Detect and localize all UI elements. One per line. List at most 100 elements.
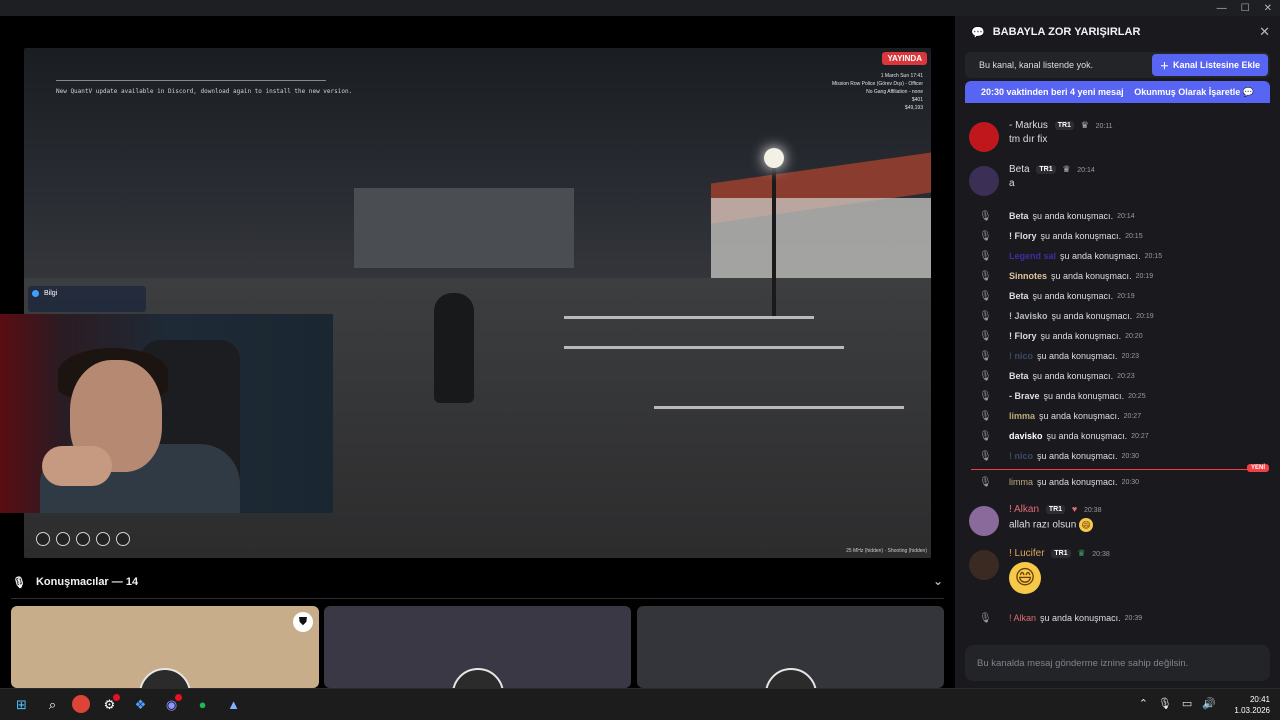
username[interactable]: Beta (1009, 371, 1029, 381)
avatar[interactable] (969, 550, 999, 580)
webcam-overlay (0, 314, 333, 513)
notification-dot (113, 694, 120, 701)
composer-disabled-text: Bu kanalda mesaj gönderme iznine sahip d… (977, 657, 1189, 669)
game-building (354, 188, 574, 268)
system-text: şu anda konuşmacı. (1040, 231, 1122, 241)
server-tag: TR1 (1045, 505, 1066, 514)
hud-line: $49,193 (904, 105, 923, 111)
system-text: şu anda konuşmacı. (1051, 271, 1132, 281)
system-message: 🎙 ! Flory şu anda konuşmacı. 20:15 (979, 228, 1269, 244)
new-messages-bar[interactable]: 20:30 vaktinden beri 4 yeni mesaj Okunmu… (965, 81, 1270, 103)
username[interactable]: Sinnotes (1009, 271, 1047, 281)
display-icon[interactable]: ▭ (1182, 697, 1192, 710)
timestamp: 20:30 (1121, 452, 1140, 460)
username[interactable]: ! Flory (1009, 231, 1037, 241)
hud-line: No Gang Affiliation - none (866, 89, 923, 95)
system-text: şu anda konuşmacı. (1037, 451, 1118, 461)
grinning-emoji-icon: 😄 (1079, 518, 1094, 532)
grinning-emoji-icon: 😄 (1009, 562, 1041, 594)
microphone-icon: 🎙 (979, 612, 992, 624)
username[interactable]: Legend sal (1009, 251, 1056, 261)
system-message: 🎙 Beta şu anda konuşmacı. 20:23 (979, 368, 1269, 384)
timestamp: 20:14 (1117, 212, 1135, 220)
microphone-icon: 🎙 (979, 250, 992, 262)
chat-bubble-icon: 💬 (971, 26, 985, 39)
username[interactable]: - Brave (1009, 391, 1040, 401)
thirst-icon (96, 532, 110, 546)
clock[interactable]: 20:41 1.03.2026 (1234, 694, 1270, 716)
speaker-tile[interactable] (637, 606, 944, 688)
username[interactable]: ! Javisko (1009, 311, 1048, 321)
timestamp: 20:23 (1117, 372, 1135, 380)
speakers-header[interactable]: 🎙 Konuşmacılar — 14 ⌄ (0, 570, 955, 594)
crown-icon: ♛ (1062, 164, 1071, 174)
microphone-icon: 🎙 (979, 350, 992, 362)
avatar[interactable] (969, 166, 999, 196)
system-text: şu anda konuşmacı. (1032, 371, 1114, 381)
mark-as-read-button[interactable]: Okunmuş Olarak İşaretle 💬 (1134, 87, 1254, 98)
username[interactable]: ! nico (1009, 351, 1033, 361)
app-icon[interactable]: ▲ (222, 693, 245, 716)
stamina-icon (116, 532, 130, 546)
clock-date: 1.03.2026 (1234, 706, 1270, 715)
message-header: ! Lucifer TR1 ♛ 20:38 (1009, 548, 1110, 559)
username[interactable]: ! Alkan (1009, 613, 1036, 623)
chevron-up-icon[interactable]: ⌃ (1139, 697, 1148, 710)
chat-panel: 💬 BABAYLA ZOR YARIŞIRLAR ✕ Bu kanal, kan… (955, 16, 1280, 688)
username[interactable]: Beta (1009, 211, 1029, 221)
server-tag: TR1 (1051, 549, 1071, 558)
username[interactable]: limma (1009, 477, 1033, 487)
username[interactable]: ! Alkan (1009, 504, 1039, 515)
chevron-down-icon[interactable]: ⌄ (933, 574, 943, 588)
add-to-channel-list-button[interactable]: ＋ Kanal Listesine Ekle (1151, 54, 1268, 76)
chrome-icon[interactable] (72, 695, 90, 713)
channel-header: 💬 BABAYLA ZOR YARIŞIRLAR ✕ (955, 16, 1280, 48)
system-text: şu anda konuşmacı. (1037, 477, 1118, 487)
maximize-icon[interactable]: ☐ (1241, 3, 1250, 14)
username[interactable]: davisko (1009, 431, 1043, 441)
username[interactable]: ! Lucifer (1009, 548, 1045, 559)
add-button-label: Kanal Listesine Ekle (1172, 60, 1260, 70)
microphone-icon: 🎙 (979, 450, 992, 462)
speaker-tile[interactable]: ⛊ (11, 606, 319, 688)
username[interactable]: ! nico (1009, 451, 1033, 461)
system-message: 🎙 ! Javisko şu anda konuşmacı. 20:19 (979, 308, 1269, 324)
timestamp: 20:27 (1131, 432, 1149, 440)
timestamp: 20:19 (1136, 312, 1154, 320)
close-window-icon[interactable]: ✕ (1264, 3, 1272, 14)
stage-area: New QuantV update available in Discord, … (0, 16, 955, 688)
microphone-icon: 🎙 (979, 410, 992, 422)
steam-icon[interactable]: ⚙ (98, 693, 121, 716)
windows-start-icon[interactable]: ⊞ (10, 693, 33, 716)
close-icon[interactable]: ✕ (1259, 24, 1270, 40)
speaker-tile[interactable] (324, 606, 631, 688)
notice-text: Bu kanal, kanal listende yok. (979, 60, 1094, 70)
microphone-icon[interactable]: 🎙 (1158, 697, 1172, 710)
volume-icon[interactable]: 🔊 (1202, 697, 1216, 710)
username[interactable]: ! Flory (1009, 331, 1037, 341)
app-icon[interactable]: ❖ (129, 693, 152, 716)
avatar[interactable] (969, 506, 999, 536)
avatar (451, 668, 504, 688)
game-status-icons (36, 532, 130, 546)
avatar[interactable] (969, 122, 999, 152)
discord-icon[interactable]: ◉ (160, 693, 183, 716)
microphone-icon: 🎙 (979, 270, 992, 282)
message-text: tm dır fix (1009, 134, 1048, 145)
username[interactable]: limma (1009, 411, 1035, 421)
timestamp: 20:19 (1117, 292, 1135, 300)
road-line (654, 406, 904, 409)
username[interactable]: Beta (1009, 291, 1029, 301)
minimize-icon[interactable]: — (1217, 3, 1227, 14)
live-badge: YAYINDA (882, 52, 927, 65)
timestamp: 20:23 (1121, 352, 1140, 360)
new-label: YENİ (1246, 464, 1269, 472)
notification-dot (175, 694, 182, 701)
spotify-icon[interactable]: ● (191, 693, 214, 716)
search-icon[interactable]: ⌕ (41, 693, 64, 716)
game-fps-text: 25 MHz (hidden) · Shooting (hidden) (846, 548, 927, 554)
username[interactable]: - Markus (1009, 120, 1048, 131)
username[interactable]: Beta (1009, 164, 1030, 175)
window-controls: — ☐ ✕ (1217, 0, 1272, 16)
timestamp: 20:25 (1128, 392, 1146, 400)
